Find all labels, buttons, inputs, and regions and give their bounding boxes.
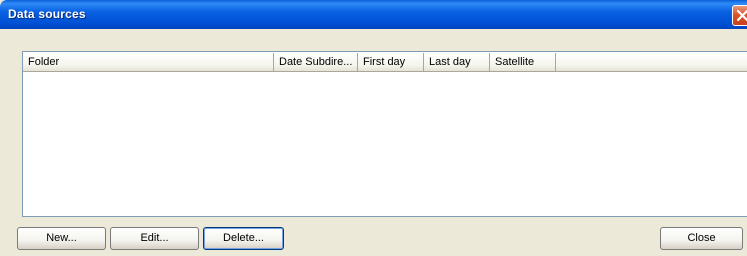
close-button[interactable]: Close	[660, 227, 743, 250]
column-header-last-day[interactable]: Last day	[424, 53, 490, 71]
column-header-folder[interactable]: Folder	[23, 53, 274, 71]
column-header-satellite[interactable]: Satellite	[490, 53, 556, 71]
column-header-date-subdirectory[interactable]: Date Subdire...	[274, 53, 358, 71]
list-body[interactable]	[23, 72, 747, 216]
delete-button[interactable]: Delete...	[203, 227, 284, 250]
new-button[interactable]: New...	[17, 227, 106, 250]
close-x-icon	[737, 10, 747, 21]
column-header-first-day[interactable]: First day	[358, 53, 424, 71]
edit-button[interactable]: Edit...	[110, 227, 199, 250]
list-header: Folder Date Subdire... First day Last da…	[23, 53, 747, 72]
data-sources-list[interactable]: Folder Date Subdire... First day Last da…	[22, 51, 747, 217]
title-bar[interactable]: Data sources	[0, 0, 747, 29]
window-close-button[interactable]	[732, 5, 747, 26]
data-sources-dialog: Data sources Folder Date Subdire... Firs…	[0, 0, 747, 256]
window-title: Data sources	[8, 7, 86, 21]
